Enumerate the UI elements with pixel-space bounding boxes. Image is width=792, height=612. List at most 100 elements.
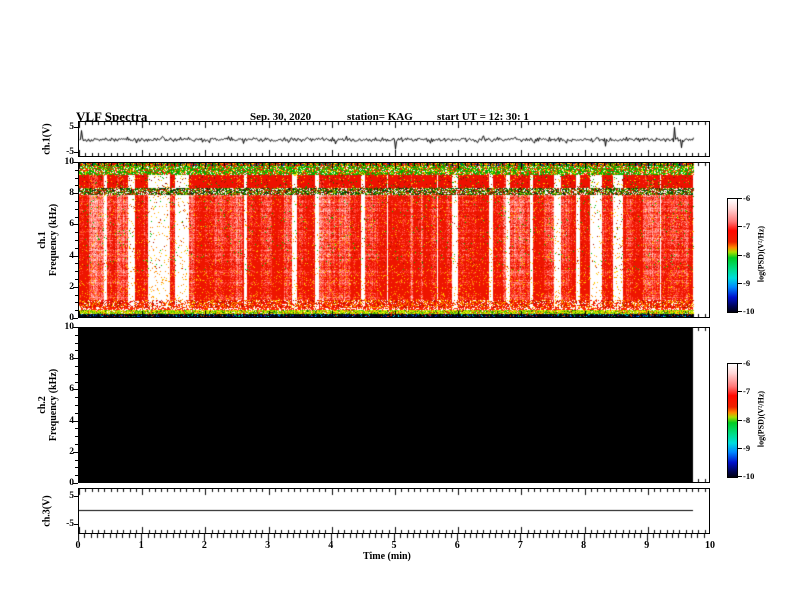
y-tick-mark	[73, 483, 78, 484]
y-minor-tick-mark	[75, 170, 78, 171]
y-minor-tick-mark	[75, 366, 78, 367]
y-minor-tick-mark	[75, 217, 78, 218]
ch2-spectrogram-panel	[78, 327, 710, 483]
x-tick-label: 10	[705, 540, 715, 551]
y-tick-mark	[73, 389, 78, 390]
time-axis-title: Time (min)	[363, 551, 411, 562]
ch1-spectrogram-panel	[78, 162, 710, 318]
y-tick-label: 10	[64, 322, 75, 332]
x-tick-label: 4	[328, 540, 334, 551]
colorbar-tick-label: -10	[743, 471, 755, 481]
y-tick-mark	[73, 327, 78, 328]
x-tick-label: 8	[581, 540, 587, 551]
y-tick-label: 2	[69, 281, 74, 292]
ch1-frequency-axis-title: ch.1 Frequency (kHz)	[37, 204, 59, 276]
colorbar-tick-mark	[737, 198, 742, 199]
ch3-voltage-axis-title: ch.3(V)	[41, 495, 53, 527]
colorbar-tick-label: -6	[743, 358, 751, 368]
colorbar-tick-mark	[737, 391, 742, 392]
y-minor-tick-mark	[75, 185, 78, 186]
y-minor-tick-mark	[75, 413, 78, 414]
y-minor-tick-mark	[75, 467, 78, 468]
x-tick-label: 3	[265, 540, 271, 551]
ch1-waveform-canvas	[79, 122, 709, 156]
colorbar-tick-mark	[737, 476, 742, 477]
colorbar-tick-label: -6	[743, 193, 751, 203]
y-minor-tick-mark	[75, 209, 78, 210]
y-tick-mark	[74, 524, 78, 525]
colorbar-tick-mark	[737, 311, 742, 312]
colorbar-tick-label: -9	[743, 442, 751, 453]
y-tick-mark	[73, 224, 78, 225]
colorbar-tick-label: -8	[743, 414, 751, 425]
ch1-label: ch.1	[37, 231, 48, 249]
y-tick-label: 6	[69, 384, 74, 395]
y-minor-tick-mark	[75, 335, 78, 336]
y-minor-tick-mark	[75, 436, 78, 437]
y-minor-tick-mark	[75, 295, 78, 296]
y-minor-tick-mark	[75, 263, 78, 264]
x-tick-label: 7	[517, 540, 523, 551]
y-minor-tick-mark	[75, 397, 78, 398]
y-tick-mark	[73, 318, 78, 319]
colorbar-tick-label: -7	[743, 386, 751, 397]
y-minor-tick-mark	[75, 310, 78, 311]
y-tick-label: 2	[69, 446, 74, 457]
colorbar-tick-mark	[737, 420, 742, 421]
colorbar-tick-label: -10	[743, 306, 755, 316]
y-tick-label: 6	[69, 219, 74, 230]
ch2-frequency-axis-title: ch.2 Frequency (kHz)	[37, 369, 59, 441]
y-tick-label: 4	[69, 415, 74, 426]
colorbar-tick-mark	[737, 448, 742, 449]
y-tick-mark	[73, 162, 78, 163]
y-tick-label: -5	[66, 519, 74, 529]
y-minor-tick-mark	[75, 248, 78, 249]
y-tick-label: 8	[69, 188, 74, 199]
colorbar-tick-mark	[737, 255, 742, 256]
x-tick-label: 9	[644, 540, 650, 551]
y-tick-mark	[73, 287, 78, 288]
y-tick-mark	[74, 496, 78, 497]
ch2-spectrogram-canvas	[79, 328, 709, 482]
ch1-waveform-panel	[78, 121, 710, 157]
y-tick-mark	[74, 127, 78, 128]
y-tick-label: 10	[64, 157, 75, 167]
y-minor-tick-mark	[75, 302, 78, 303]
y-minor-tick-mark	[75, 382, 78, 383]
y-minor-tick-mark	[75, 178, 78, 179]
ch3-waveform-canvas	[79, 489, 709, 533]
x-tick-label: 6	[454, 540, 460, 551]
colorbar-tick-mark	[737, 363, 742, 364]
y-minor-tick-mark	[75, 428, 78, 429]
y-tick-label: 0	[69, 478, 74, 488]
y-tick-mark	[73, 358, 78, 359]
ch1-spectrogram-canvas	[79, 163, 709, 317]
colorbar-tick-mark	[737, 283, 742, 284]
x-tick-label: 5	[391, 540, 397, 551]
y-tick-mark	[73, 256, 78, 257]
y-tick-mark	[73, 452, 78, 453]
y-minor-tick-mark	[75, 201, 78, 202]
y-tick-label: 5	[69, 122, 74, 132]
colorbar-tick-label: -9	[743, 277, 751, 288]
y-tick-label: 5	[69, 491, 74, 501]
y-minor-tick-mark	[75, 374, 78, 375]
y-tick-label: -5	[66, 147, 74, 157]
y-minor-tick-mark	[75, 350, 78, 351]
ch2-label: ch.2	[37, 396, 48, 414]
ch3-waveform-panel	[78, 488, 710, 534]
vlf-spectra-plot: VLF Spectra Sep. 30, 2020 station= KAG s…	[0, 0, 792, 612]
y-minor-tick-mark	[75, 460, 78, 461]
x-tick-label: 2	[201, 540, 207, 551]
y-minor-tick-mark	[75, 405, 78, 406]
y-tick-label: 4	[69, 250, 74, 261]
x-tick-label: 0	[75, 540, 81, 551]
y-minor-tick-mark	[75, 271, 78, 272]
x-tick-label: 1	[138, 540, 144, 551]
ch1-frequency-unit-label: Frequency (kHz)	[48, 203, 59, 277]
y-minor-tick-mark	[75, 232, 78, 233]
y-tick-mark	[73, 193, 78, 194]
y-minor-tick-mark	[75, 279, 78, 280]
colorbar-tick-label: -8	[743, 249, 751, 260]
colorbar-tick-mark	[737, 226, 742, 227]
